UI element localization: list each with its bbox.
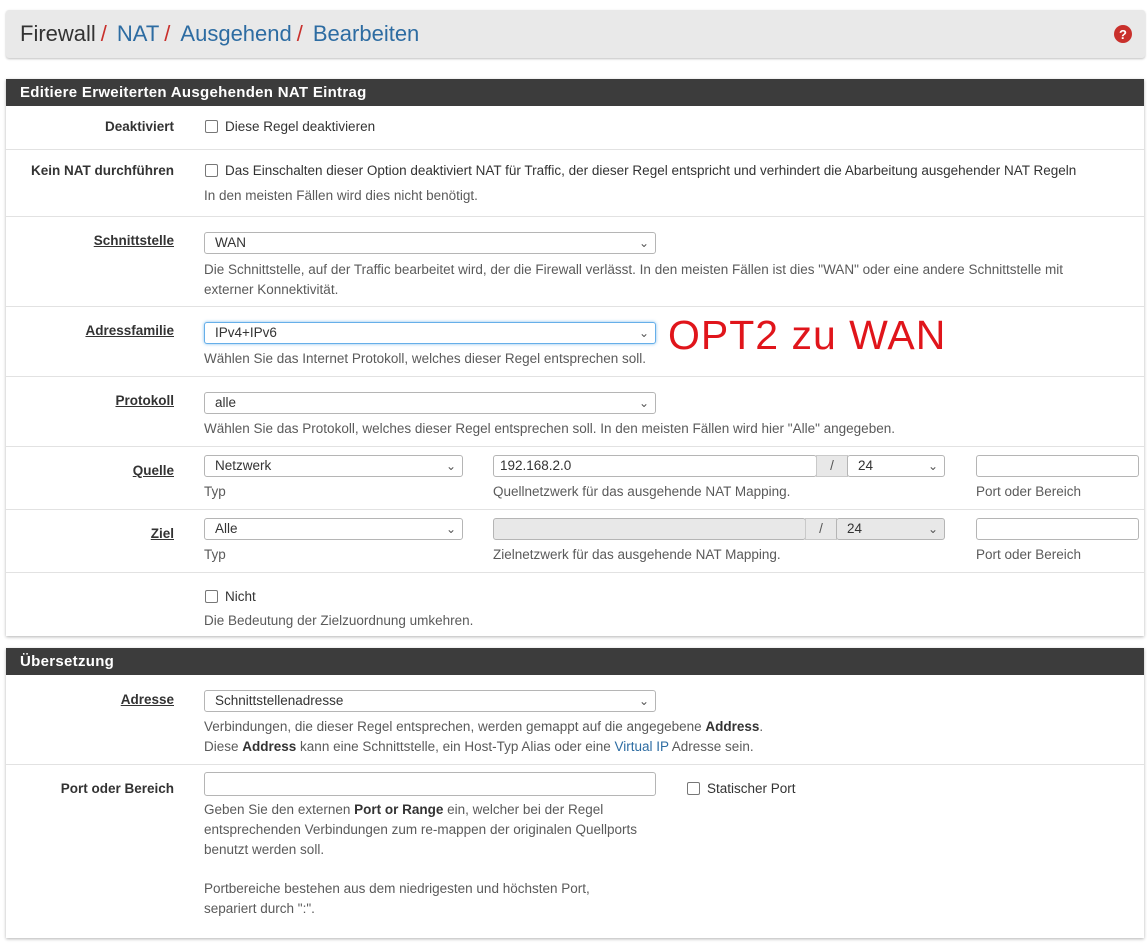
- chevron-down-icon: ⌄: [445, 459, 456, 473]
- invert-checkbox-label: Nicht: [225, 589, 256, 604]
- translation-port-input[interactable]: [204, 772, 656, 796]
- breadcrumb-separator: /: [100, 21, 107, 46]
- translation-address-value: Schnittstellenadresse: [215, 693, 344, 708]
- destination-type-help: Typ: [204, 547, 226, 562]
- translation-address-label: Adresse: [120, 692, 174, 707]
- row-translation-port: Port oder Bereich Statischer Port Geben …: [6, 765, 1144, 945]
- chevron-down-icon: ⌄: [638, 326, 649, 340]
- source-address-input[interactable]: 192.168.2.0: [493, 455, 817, 477]
- source-type-select[interactable]: Netzwerk ⌄: [204, 455, 463, 477]
- family-select[interactable]: IPv4+IPv6 ⌄: [204, 322, 656, 344]
- breadcrumb-bearbeiten-link[interactable]: Bearbeiten: [313, 21, 419, 47]
- invert-help: Die Bedeutung der Zielzuordnung umkehren…: [204, 613, 474, 628]
- translation-port-help: Geben Sie den externen Port or Range ein…: [204, 802, 604, 817]
- interface-help-2: externer Konnektivität.: [204, 282, 339, 297]
- destination-label: Ziel: [150, 526, 174, 541]
- breadcrumb: Firewall / NAT / Ausgehend / Bearbeiten …: [6, 10, 1145, 58]
- invert-checkbox-wrap[interactable]: Nicht: [205, 589, 256, 604]
- interface-help: Die Schnittstelle, auf der Traffic bearb…: [204, 262, 1063, 277]
- nonat-checkbox-label: Das Einschalten dieser Option deaktivier…: [225, 163, 1077, 178]
- chevron-down-icon: ⌄: [927, 459, 938, 473]
- source-address-help: Quellnetzwerk für das ausgehende NAT Map…: [493, 484, 791, 499]
- destination-type-select[interactable]: Alle ⌄: [204, 518, 463, 540]
- family-label: Adressfamilie: [85, 323, 174, 338]
- nonat-checkbox[interactable]: [205, 164, 218, 177]
- question-circle-icon[interactable]: ?: [1114, 25, 1132, 43]
- row-disabled: Deaktiviert Diese Regel deaktivieren: [6, 106, 1144, 150]
- protocol-select-value: alle: [215, 395, 237, 410]
- breadcrumb-firewall: Firewall: [20, 21, 96, 46]
- row-protocol: Protokoll alle ⌄ Wählen Sie das Protokol…: [6, 377, 1144, 447]
- interface-select[interactable]: WAN ⌄: [204, 232, 656, 254]
- translation-panel: Übersetzung Adresse Schnittstellenadress…: [6, 648, 1144, 938]
- translation-port-help-5: separiert durch ":".: [204, 901, 315, 916]
- translation-address-select[interactable]: Schnittstellenadresse ⌄: [204, 690, 656, 712]
- source-mask-select[interactable]: 24 ⌄: [847, 455, 945, 477]
- breadcrumb-nat-link[interactable]: NAT: [117, 21, 159, 47]
- translation-address-help-2: Diese Address kann eine Schnittstelle, e…: [204, 739, 754, 754]
- outbound-nat-panel: Editiere Erweiterten Ausgehenden NAT Ein…: [6, 79, 1144, 636]
- disabled-checkbox-wrap[interactable]: Diese Regel deaktivieren: [205, 119, 375, 134]
- translation-port-help-4: Portbereiche bestehen aus dem niedrigest…: [204, 881, 590, 896]
- source-port-help: Port oder Bereich: [976, 484, 1082, 499]
- disabled-label: Deaktiviert: [104, 119, 174, 134]
- destination-mask-value: 24: [847, 521, 863, 536]
- virtual-ip-link[interactable]: Virtual IP: [614, 739, 668, 754]
- static-port-checkbox[interactable]: [687, 782, 700, 795]
- source-label: Quelle: [132, 463, 174, 478]
- panel-heading: Editiere Erweiterten Ausgehenden NAT Ein…: [6, 79, 1144, 106]
- protocol-label: Protokoll: [115, 393, 174, 408]
- source-type-help: Typ: [204, 484, 226, 499]
- protocol-select[interactable]: alle ⌄: [204, 392, 656, 414]
- breadcrumb-separator: /: [164, 21, 171, 46]
- row-nonat: Kein NAT durchführen Das Einschalten die…: [6, 150, 1144, 217]
- translation-port-help-2: entsprechenden Verbindungen zum re-mappe…: [204, 822, 638, 837]
- destination-mask-select: 24 ⌄: [836, 518, 945, 540]
- breadcrumb-separator: /: [296, 21, 303, 46]
- row-destination: Ziel Alle ⌄ Typ / 24 ⌄ Zielnetzwerk für …: [6, 510, 1144, 573]
- nonat-checkbox-wrap[interactable]: Das Einschalten dieser Option deaktivier…: [205, 163, 1076, 178]
- chevron-down-icon: ⌄: [445, 522, 456, 536]
- panel-heading: Übersetzung: [6, 648, 1144, 675]
- static-port-checkbox-wrap[interactable]: Statischer Port: [687, 781, 796, 796]
- breadcrumb-ausgehend-link[interactable]: Ausgehend: [180, 21, 291, 47]
- destination-type-value: Alle: [215, 521, 238, 536]
- source-slash: /: [816, 455, 848, 477]
- chevron-down-icon: ⌄: [927, 522, 938, 536]
- opt2-annotation: OPT2 zu WAN: [668, 312, 947, 358]
- source-type-value: Netzwerk: [215, 458, 272, 473]
- row-source: Quelle Netzwerk ⌄ Typ 192.168.2.0 / 24 ⌄…: [6, 447, 1144, 510]
- source-mask-value: 24: [858, 458, 874, 473]
- row-invert: Nicht Die Bedeutung der Zielzuordnung um…: [6, 573, 1144, 640]
- translation-port-help-3: benutzt werden soll.: [204, 842, 325, 857]
- interface-label: Schnittstelle: [93, 233, 174, 248]
- interface-select-value: WAN: [215, 235, 246, 250]
- translation-address-help: Verbindungen, die dieser Regel entsprech…: [204, 719, 764, 734]
- row-translation-address: Adresse Schnittstellenadresse ⌄ Verbindu…: [6, 675, 1144, 765]
- nonat-help: In den meisten Fällen wird dies nicht be…: [204, 188, 478, 203]
- destination-address-help: Zielnetzwerk für das ausgehende NAT Mapp…: [493, 547, 781, 562]
- destination-port-help: Port oder Bereich: [976, 547, 1082, 562]
- translation-port-label: Port oder Bereich: [60, 781, 174, 796]
- invert-checkbox[interactable]: [205, 590, 218, 603]
- chevron-down-icon: ⌄: [638, 694, 649, 708]
- disabled-checkbox[interactable]: [205, 120, 218, 133]
- destination-slash: /: [805, 518, 837, 540]
- disabled-checkbox-label: Diese Regel deaktivieren: [225, 119, 376, 134]
- destination-port-input[interactable]: [976, 518, 1139, 540]
- destination-address-input: [493, 518, 806, 540]
- static-port-label: Statischer Port: [707, 781, 796, 796]
- family-help: Wählen Sie das Internet Protokoll, welch…: [204, 351, 646, 366]
- row-interface: Schnittstelle WAN ⌄ Die Schnittstelle, a…: [6, 217, 1144, 307]
- family-select-value: IPv4+IPv6: [215, 325, 277, 340]
- chevron-down-icon: ⌄: [638, 236, 649, 250]
- protocol-help: Wählen Sie das Protokoll, welches dieser…: [204, 421, 895, 436]
- nonat-label: Kein NAT durchführen: [31, 163, 174, 178]
- chevron-down-icon: ⌄: [638, 396, 649, 410]
- source-port-input[interactable]: [976, 455, 1139, 477]
- row-family: Adressfamilie IPv4+IPv6 ⌄ Wählen Sie das…: [6, 307, 1144, 377]
